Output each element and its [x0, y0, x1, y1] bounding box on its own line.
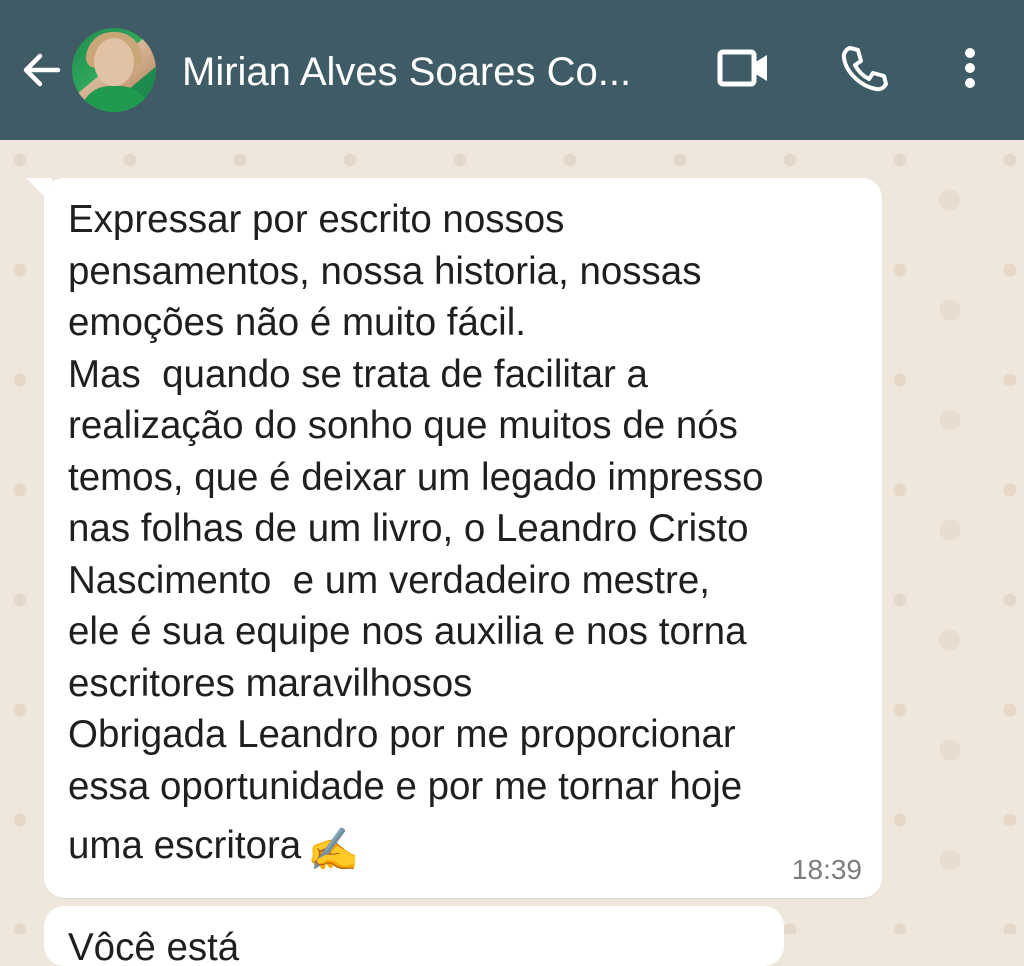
message-line: pensamentos, nossa historia, nossas: [68, 249, 702, 293]
message-line: Nascimento e um verdadeiro mestre,: [68, 558, 710, 602]
chat-header: Mirian Alves Soares Co...: [0, 0, 1024, 140]
message-line: nas folhas de um livro, o Leandro Cristo: [68, 507, 749, 550]
message-bubble[interactable]: Expressar por escrito nossos pensamentos…: [44, 178, 882, 898]
next-message-bubble[interactable]: Vôcê está: [44, 906, 784, 966]
voice-call-button[interactable]: [834, 40, 894, 100]
more-vertical-icon: [960, 46, 980, 95]
arrow-left-icon: [20, 48, 64, 97]
message-last-line: uma escritora ✍: [68, 820, 852, 876]
message-line: Obrigada Leandro por me proporcionar: [68, 713, 736, 756]
message-timestamp: 18:39: [791, 854, 862, 885]
message-line: Mas quando se trata de facilitar a: [68, 352, 648, 396]
phone-icon: [838, 42, 890, 99]
back-button[interactable]: [18, 48, 66, 96]
contact-name[interactable]: Mirian Alves Soares Co...: [182, 44, 682, 100]
video-camera-icon: [716, 46, 772, 95]
message-line: realização do sonho que muitos de nós: [68, 404, 738, 447]
writing-hand-emoji: ✍: [307, 826, 360, 873]
message-line: Expressar por escrito nossos: [68, 198, 565, 241]
video-call-button[interactable]: [714, 40, 774, 100]
more-options-button[interactable]: [940, 40, 1000, 100]
message-line: temos, que é deixar um legado impresso: [68, 455, 764, 499]
next-message-text: Vôcê está: [68, 926, 240, 966]
message-line: escritores maravilhosos: [68, 661, 473, 705]
avatar[interactable]: [72, 28, 156, 112]
message-line: ele é sua equipe nos auxilia e nos torna: [68, 610, 747, 653]
message-line: uma escritora: [68, 824, 302, 867]
message-line: emoções não é muito fácil.: [68, 301, 526, 344]
message-line: essa oportunidade e por me tornar hoje: [68, 764, 743, 808]
